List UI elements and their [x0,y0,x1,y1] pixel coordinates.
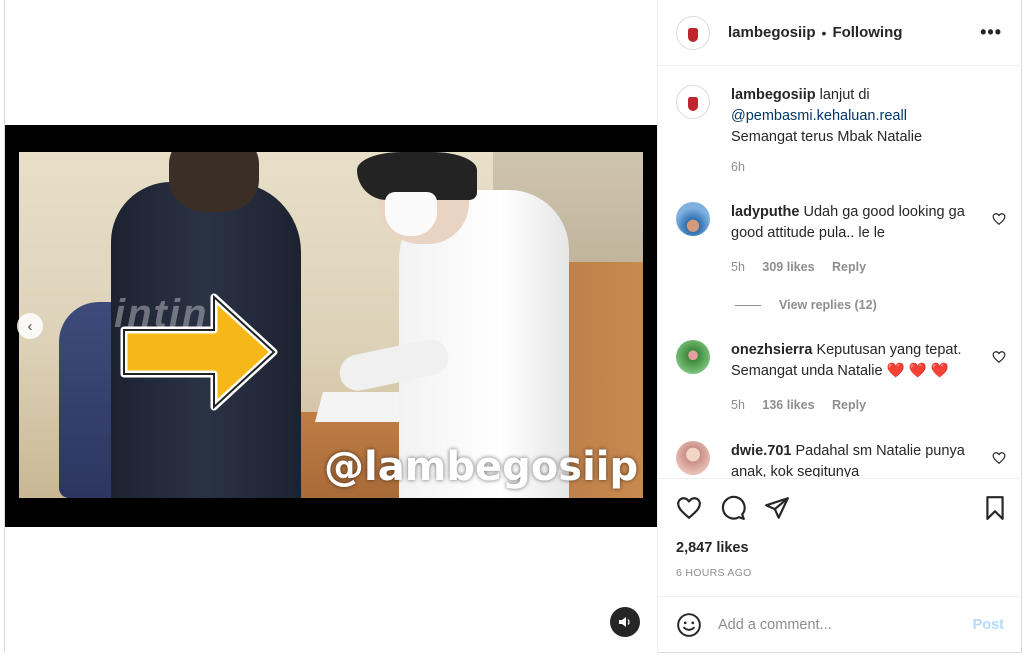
post-actions: 2,847 likes 6 HOURS AGO [658,478,1022,596]
brand-logo-icon [688,27,698,42]
comment-timestamp[interactable]: 5h [731,260,745,274]
heart-emoji-icon: ❤️ ❤️ ❤️ [886,363,949,379]
comment-likes[interactable]: 136 likes [762,398,814,412]
heart-outline-icon[interactable] [992,451,1006,465]
heart-outline-icon[interactable] [992,350,1006,364]
header-username[interactable]: lambegosiip [728,24,816,41]
share-send-icon[interactable] [764,495,790,521]
comment-username[interactable]: onezhsierra [731,342,812,358]
comment-likes[interactable]: 309 likes [762,260,814,274]
video-overlay-handle: @lambegosiip [324,444,639,490]
avatar[interactable] [676,15,710,50]
brand-logo-icon [688,97,698,111]
divider-line [735,304,761,306]
comment-username[interactable]: ladyputhe [731,204,799,220]
caption-username[interactable]: lambegosiip [731,87,816,103]
media-panel: intin @lambegosiip ‹ [5,0,657,653]
comment-input[interactable] [718,617,968,633]
avatar[interactable] [676,441,710,475]
more-horizontal-icon: ••• [980,22,1002,42]
comment-bubble-icon[interactable] [720,495,746,521]
video-frame: intin @lambegosiip [19,152,643,498]
bookmark-icon[interactable] [982,495,1008,521]
post-header: lambegosiip • Following ••• [658,0,1022,66]
add-comment-bar: Post [658,596,1022,653]
reply-button[interactable]: Reply [832,398,866,412]
comment-username[interactable]: dwie.701 [731,443,791,459]
previous-media-button[interactable]: ‹ [17,313,43,339]
separator-dot: • [821,24,827,41]
view-replies-button[interactable]: View replies (12) [735,298,877,312]
comments-list[interactable]: lambegosiip lanjut di @pembasmi.kehaluan… [658,67,1022,477]
view-replies-label: View replies (12) [779,298,877,312]
caption-timestamp[interactable]: 6h [731,160,745,174]
caption-mention-link[interactable]: @pembasmi.kehaluan.reall [731,108,907,124]
avatar[interactable] [676,202,710,236]
comment-timestamp[interactable]: 5h [731,398,745,412]
more-options-button[interactable]: ••• [980,22,1002,43]
avatar[interactable] [676,340,710,374]
chevron-left-icon: ‹ [27,317,33,335]
speaker-icon [619,617,630,627]
post-button[interactable]: Post [973,617,1004,633]
reply-button[interactable]: Reply [832,260,866,274]
post-timestamp[interactable]: 6 HOURS AGO [676,567,752,579]
emoji-icon[interactable] [676,612,702,638]
post-side-panel: lambegosiip • Following ••• lambegosiip … [657,0,1022,653]
following-button[interactable]: Following [832,24,902,41]
video-player[interactable]: intin @lambegosiip [5,125,657,527]
caption-text: lanjut di [819,87,870,103]
avatar[interactable] [676,85,710,119]
likes-count[interactable]: 2,847 likes [676,540,749,556]
caption-text-2: Semangat terus Mbak Natalie [731,129,923,145]
audio-toggle-button[interactable] [610,607,640,637]
like-heart-icon[interactable] [676,495,702,521]
heart-outline-icon[interactable] [992,212,1006,226]
arrow-icon [120,293,278,411]
